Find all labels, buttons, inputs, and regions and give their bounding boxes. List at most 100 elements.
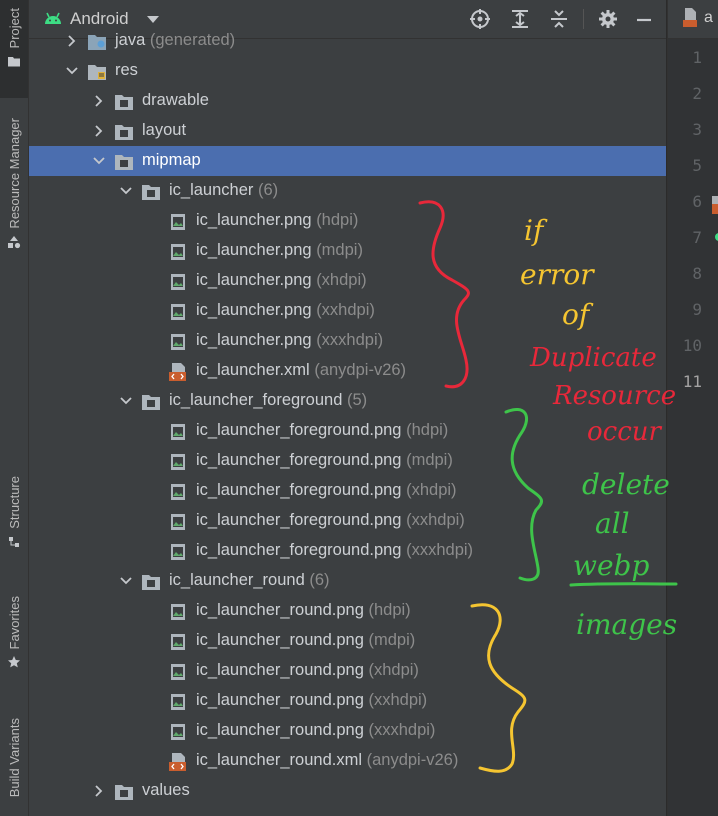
tree-item-label: ic_launcher_round (6): [169, 571, 330, 590]
tree-item-name: ic_launcher_foreground.png: [196, 481, 402, 499]
line-number: 8: [692, 264, 702, 283]
tree-item-label: values: [142, 781, 190, 800]
tree-item-label: ic_launcher.png (mdpi): [196, 241, 363, 260]
tree-row[interactable]: ic_launcher_round.xml (anydpi-v26): [29, 746, 666, 776]
structure-tool-tab[interactable]: Structure: [0, 472, 28, 568]
tree-item-name: ic_launcher: [169, 181, 254, 199]
tree-row[interactable]: drawable: [29, 86, 666, 116]
xml-gutter-icon: [712, 196, 718, 214]
resource-manager-tab-label: Resource Manager: [6, 118, 22, 229]
image-file-icon: [171, 304, 185, 320]
tree-row[interactable]: ic_launcher_foreground.png (hdpi): [29, 416, 666, 446]
image-file-icon: [171, 244, 185, 260]
project-tree: java (generated) res drawable layout mipmap i…: [29, 31, 666, 816]
xml-file-icon: [169, 363, 186, 381]
tree-item-name: ic_launcher_foreground.png: [196, 511, 402, 529]
tree-item-hint: (xxhdpi): [316, 301, 375, 319]
chevron-down-icon[interactable]: [147, 16, 159, 24]
gutter-marker-icon: [715, 233, 718, 241]
tree-item-hint: (xxxhdpi): [316, 331, 384, 349]
tree-row[interactable]: values: [29, 776, 666, 806]
tree-row[interactable]: ic_launcher_round.png (mdpi): [29, 626, 666, 656]
tree-row[interactable]: ic_launcher_foreground.png (mdpi): [29, 446, 666, 476]
tree-item-hint: (xhdpi): [406, 481, 457, 499]
chevron-right-icon[interactable]: [65, 34, 79, 48]
note-delete: delete: [582, 468, 670, 501]
tree-row[interactable]: layout: [29, 116, 666, 146]
tree-item-name: ic_launcher_round.png: [196, 721, 364, 739]
resource-manager-tool-tab[interactable]: Resource Manager: [0, 112, 28, 278]
tree-row[interactable]: res: [29, 56, 666, 86]
structure-icon: [9, 536, 19, 547]
tree-row[interactable]: ic_launcher_foreground.png (xxxhdpi): [29, 536, 666, 566]
tree-item-label: ic_launcher_foreground (5): [169, 391, 367, 410]
image-file-icon: [171, 544, 185, 560]
xml-file-icon: [683, 8, 697, 27]
folder-icon: [115, 785, 133, 800]
tool-window-stripe: Project Resource Manager Structure Favor…: [0, 0, 29, 816]
image-file-icon: [171, 424, 185, 440]
image-file-icon: [171, 604, 185, 620]
favorites-tool-tab[interactable]: Favorites: [0, 592, 28, 686]
tree-item-label: ic_launcher_foreground.png (xxxhdpi): [196, 541, 473, 560]
tree-item-hint: (xhdpi): [368, 661, 419, 679]
chevron-right-icon[interactable]: [92, 784, 106, 798]
chevron-right-icon[interactable]: [92, 124, 106, 138]
tree-item-hint: (mdpi): [368, 631, 416, 649]
tree-row[interactable]: ic_launcher_foreground.png (xhdpi): [29, 476, 666, 506]
line-number: 9: [692, 300, 702, 319]
note-all: all: [595, 507, 630, 540]
tree-item-hint: (hdpi): [316, 211, 359, 229]
tree-item-name: values: [142, 781, 190, 799]
tree-item-name: res: [115, 61, 138, 79]
generated-folder-icon: [88, 35, 106, 50]
resource-folder-icon: [88, 65, 106, 80]
chevron-down-icon[interactable]: [119, 394, 133, 408]
folder-icon: [115, 125, 133, 140]
tree-row[interactable]: ic_launcher_round.png (xxhdpi): [29, 686, 666, 716]
image-file-icon: [171, 334, 185, 350]
tree-item-name: ic_launcher.png: [196, 271, 312, 289]
build-variants-tool-tab[interactable]: Build Variants: [0, 712, 28, 816]
tree-row[interactable]: mipmap: [29, 146, 666, 176]
folder-icon: [115, 155, 133, 170]
editor-tab-label[interactable]: a: [704, 9, 713, 27]
chevron-down-icon[interactable]: [119, 184, 133, 198]
tree-row[interactable]: ic_launcher.png (hdpi): [29, 206, 666, 236]
tree-row[interactable]: java (generated): [29, 26, 666, 56]
tree-row[interactable]: ic_launcher_round (6): [29, 566, 666, 596]
chevron-down-icon[interactable]: [92, 154, 106, 168]
tree-item-label: ic_launcher_foreground.png (xhdpi): [196, 481, 457, 500]
chevron-down-icon[interactable]: [65, 64, 79, 78]
line-number: 6: [692, 192, 702, 211]
tree-row[interactable]: ic_launcher_foreground.png (xxhdpi): [29, 506, 666, 536]
tree-row[interactable]: ic_launcher (6): [29, 176, 666, 206]
chevron-right-icon[interactable]: [92, 94, 106, 108]
tree-item-name: java: [115, 31, 146, 49]
tree-row[interactable]: ic_launcher_round.png (hdpi): [29, 596, 666, 626]
tree-item-hint: (anydpi-v26): [314, 361, 407, 379]
tree-item-name: ic_launcher.png: [196, 241, 312, 259]
tree-item-name: ic_launcher_round: [169, 571, 305, 589]
tree-item-name: ic_launcher_foreground.png: [196, 421, 402, 439]
image-file-icon: [171, 454, 185, 470]
note-error: error: [520, 258, 594, 291]
image-file-icon: [171, 484, 185, 500]
tree-item-hint: (xhdpi): [316, 271, 367, 289]
image-file-icon: [171, 664, 185, 680]
tree-row[interactable]: ic_launcher_round.png (xhdpi): [29, 656, 666, 686]
tree-item-hint: (hdpi): [368, 601, 411, 619]
note-if: if: [524, 214, 544, 247]
tree-item-label: res: [115, 61, 138, 80]
tree-item-name: ic_launcher_round.png: [196, 691, 364, 709]
chevron-down-icon[interactable]: [119, 574, 133, 588]
note-duplicate: Duplicate: [530, 343, 657, 373]
project-tab-label: Project: [6, 8, 22, 49]
tree-row[interactable]: ic_launcher_round.png (xxxhdpi): [29, 716, 666, 746]
folder-icon: [115, 95, 133, 110]
image-file-icon: [171, 634, 185, 650]
tree-item-label: ic_launcher.png (xhdpi): [196, 271, 367, 290]
project-tool-tab[interactable]: Project: [0, 0, 28, 98]
tree-item-hint: (xxxhdpi): [406, 541, 474, 559]
tree-item-name: ic_launcher.png: [196, 211, 312, 229]
